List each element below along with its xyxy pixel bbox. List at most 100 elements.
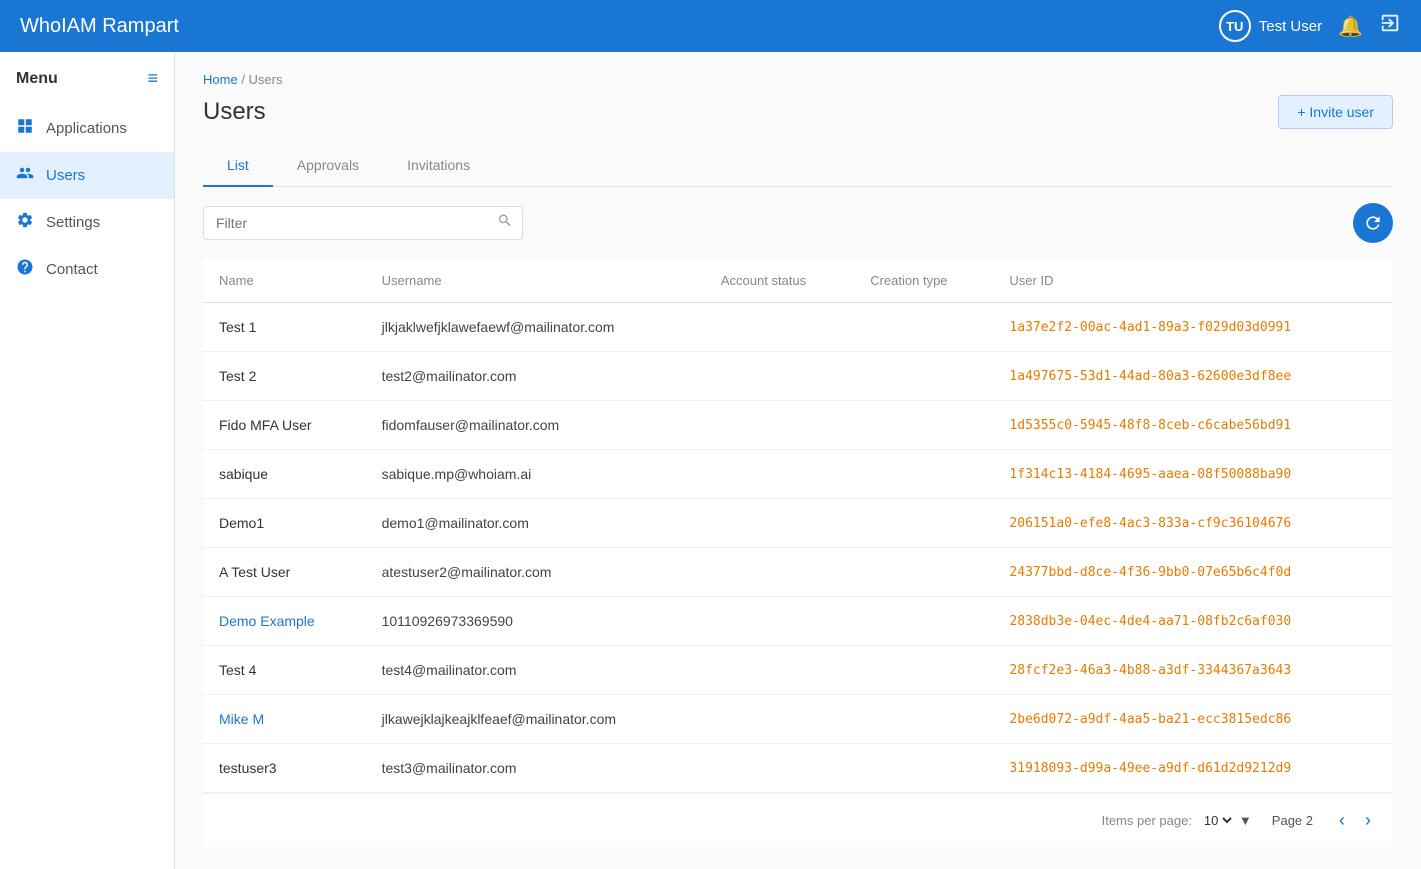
sidebar-header: Menu ≡ bbox=[0, 68, 174, 105]
tab-list[interactable]: List bbox=[203, 145, 273, 187]
sidebar-item-contact[interactable]: Contact bbox=[0, 246, 174, 293]
sidebar-item-applications[interactable]: Applications bbox=[0, 105, 174, 152]
table-body: Test 1 jlkjaklwefjklawefaewf@mailinator.… bbox=[203, 303, 1393, 793]
table-row[interactable]: A Test User atestuser2@mailinator.com 24… bbox=[203, 548, 1393, 597]
username-label: Test User bbox=[1259, 18, 1322, 35]
cell-account-status bbox=[705, 548, 854, 597]
col-username: Username bbox=[366, 259, 705, 303]
next-page-button[interactable]: › bbox=[1359, 806, 1377, 835]
cell-username: jlkjaklwefjklawefaewf@mailinator.com bbox=[366, 303, 705, 352]
cell-creation-type bbox=[854, 548, 993, 597]
cell-name: Test 2 bbox=[203, 352, 366, 401]
app-header: WhoIAM Rampart TU Test User 🔔 bbox=[0, 0, 1421, 52]
cell-creation-type bbox=[854, 401, 993, 450]
sidebar-item-users[interactable]: Users bbox=[0, 152, 174, 199]
table-header-row: Name Username Account status Creation ty… bbox=[203, 259, 1393, 303]
cell-user-id: 31918093-d99a-49ee-a9df-d61d2d9212d9 bbox=[993, 744, 1393, 793]
cell-username: test4@mailinator.com bbox=[366, 646, 705, 695]
cell-creation-type bbox=[854, 499, 993, 548]
cell-user-id: 28fcf2e3-46a3-4b88-a3df-3344367a3643 bbox=[993, 646, 1393, 695]
tab-invitations[interactable]: Invitations bbox=[383, 145, 494, 187]
sidebar-item-label-contact: Contact bbox=[46, 261, 98, 278]
breadcrumb-separator: / bbox=[241, 72, 248, 87]
table-row[interactable]: Fido MFA User fidomfauser@mailinator.com… bbox=[203, 401, 1393, 450]
invite-user-button[interactable]: + Invite user bbox=[1278, 95, 1393, 129]
avatar: TU bbox=[1219, 10, 1251, 42]
col-name: Name bbox=[203, 259, 366, 303]
cell-name: Demo Example bbox=[203, 597, 366, 646]
settings-icon bbox=[16, 211, 34, 234]
cell-account-status bbox=[705, 303, 854, 352]
users-icon bbox=[16, 164, 34, 187]
prev-page-button[interactable]: ‹ bbox=[1333, 806, 1351, 835]
col-creation-type: Creation type bbox=[854, 259, 993, 303]
cell-creation-type bbox=[854, 646, 993, 695]
cell-account-status bbox=[705, 597, 854, 646]
table-row[interactable]: Demo1 demo1@mailinator.com 206151a0-efe8… bbox=[203, 499, 1393, 548]
cell-name: Test 1 bbox=[203, 303, 366, 352]
refresh-button[interactable] bbox=[1353, 203, 1393, 243]
cell-creation-type bbox=[854, 695, 993, 744]
app-title: WhoIAM Rampart bbox=[20, 15, 179, 38]
page-title: Users bbox=[203, 98, 266, 126]
cell-user-id: 206151a0-efe8-4ac3-833a-cf9c36104676 bbox=[993, 499, 1393, 548]
table-row[interactable]: Test 1 jlkjaklwefjklawefaewf@mailinator.… bbox=[203, 303, 1393, 352]
sidebar: Menu ≡ Applications Users Settings bbox=[0, 52, 175, 869]
sidebar-item-label-applications: Applications bbox=[46, 120, 127, 137]
table-row[interactable]: Mike M jlkawejklajkeajklfeaef@mailinator… bbox=[203, 695, 1393, 744]
cell-account-status bbox=[705, 401, 854, 450]
header-right: TU Test User 🔔 bbox=[1219, 10, 1401, 42]
filter-row bbox=[203, 187, 1393, 259]
tab-approvals[interactable]: Approvals bbox=[273, 145, 383, 187]
table-row[interactable]: sabique sabique.mp@whoiam.ai 1f314c13-41… bbox=[203, 450, 1393, 499]
filter-input[interactable] bbox=[203, 206, 523, 240]
search-icon bbox=[497, 213, 513, 234]
cell-user-id: 24377bbd-d8ce-4f36-9bb0-07e65b6c4f0d bbox=[993, 548, 1393, 597]
table-row[interactable]: Test 4 test4@mailinator.com 28fcf2e3-46a… bbox=[203, 646, 1393, 695]
users-table: Name Username Account status Creation ty… bbox=[203, 259, 1393, 793]
layout: Menu ≡ Applications Users Settings bbox=[0, 52, 1421, 869]
user-menu[interactable]: TU Test User bbox=[1219, 10, 1322, 42]
filter-input-wrap bbox=[203, 206, 523, 240]
cell-user-id: 2838db3e-04ec-4de4-aa71-08fb2c6af030 bbox=[993, 597, 1393, 646]
cell-username: test2@mailinator.com bbox=[366, 352, 705, 401]
cell-username: atestuser2@mailinator.com bbox=[366, 548, 705, 597]
cell-creation-type bbox=[854, 303, 993, 352]
cell-user-id: 1a497675-53d1-44ad-80a3-62600e3df8ee bbox=[993, 352, 1393, 401]
logout-icon[interactable] bbox=[1379, 12, 1401, 40]
breadcrumb-current: Users bbox=[249, 72, 283, 87]
cell-account-status bbox=[705, 695, 854, 744]
sidebar-item-settings[interactable]: Settings bbox=[0, 199, 174, 246]
table-row[interactable]: Test 2 test2@mailinator.com 1a497675-53d… bbox=[203, 352, 1393, 401]
cell-user-id: 1f314c13-4184-4695-aaea-08f50088ba90 bbox=[993, 450, 1393, 499]
cell-creation-type bbox=[854, 597, 993, 646]
cell-username: fidomfauser@mailinator.com bbox=[366, 401, 705, 450]
cell-name: A Test User bbox=[203, 548, 366, 597]
table-row[interactable]: Demo Example 10110926973369590 2838db3e-… bbox=[203, 597, 1393, 646]
cell-username: demo1@mailinator.com bbox=[366, 499, 705, 548]
cell-account-status bbox=[705, 744, 854, 793]
items-per-page-selector[interactable]: 10 25 50 ▼ bbox=[1200, 812, 1252, 829]
cell-username: sabique.mp@whoiam.ai bbox=[366, 450, 705, 499]
table-row[interactable]: testuser3 test3@mailinator.com 31918093-… bbox=[203, 744, 1393, 793]
cell-user-id: 1a37e2f2-00ac-4ad1-89a3-f029d03d0991 bbox=[993, 303, 1393, 352]
items-per-page-label: Items per page: bbox=[1102, 813, 1192, 828]
col-user-id: User ID bbox=[993, 259, 1393, 303]
cell-username: jlkawejklajkeajklfeaef@mailinator.com bbox=[366, 695, 705, 744]
cell-user-id: 2be6d072-a9df-4aa5-ba21-ecc3815edc86 bbox=[993, 695, 1393, 744]
page-header: Users + Invite user bbox=[203, 95, 1393, 129]
breadcrumb-home[interactable]: Home bbox=[203, 72, 238, 87]
users-table-container: Name Username Account status Creation ty… bbox=[203, 259, 1393, 847]
cell-name: Test 4 bbox=[203, 646, 366, 695]
page-label: Page 2 bbox=[1272, 813, 1313, 828]
cell-account-status bbox=[705, 499, 854, 548]
sidebar-item-label-users: Users bbox=[46, 167, 85, 184]
menu-toggle-icon[interactable]: ≡ bbox=[147, 68, 158, 89]
cell-user-id: 1d5355c0-5945-48f8-8ceb-c6cabe56bd91 bbox=[993, 401, 1393, 450]
breadcrumb: Home / Users bbox=[203, 72, 1393, 87]
cell-creation-type bbox=[854, 352, 993, 401]
grid-icon bbox=[16, 117, 34, 140]
notification-icon[interactable]: 🔔 bbox=[1338, 14, 1363, 39]
cell-name: testuser3 bbox=[203, 744, 366, 793]
items-per-page-select[interactable]: 10 25 50 bbox=[1200, 812, 1235, 829]
